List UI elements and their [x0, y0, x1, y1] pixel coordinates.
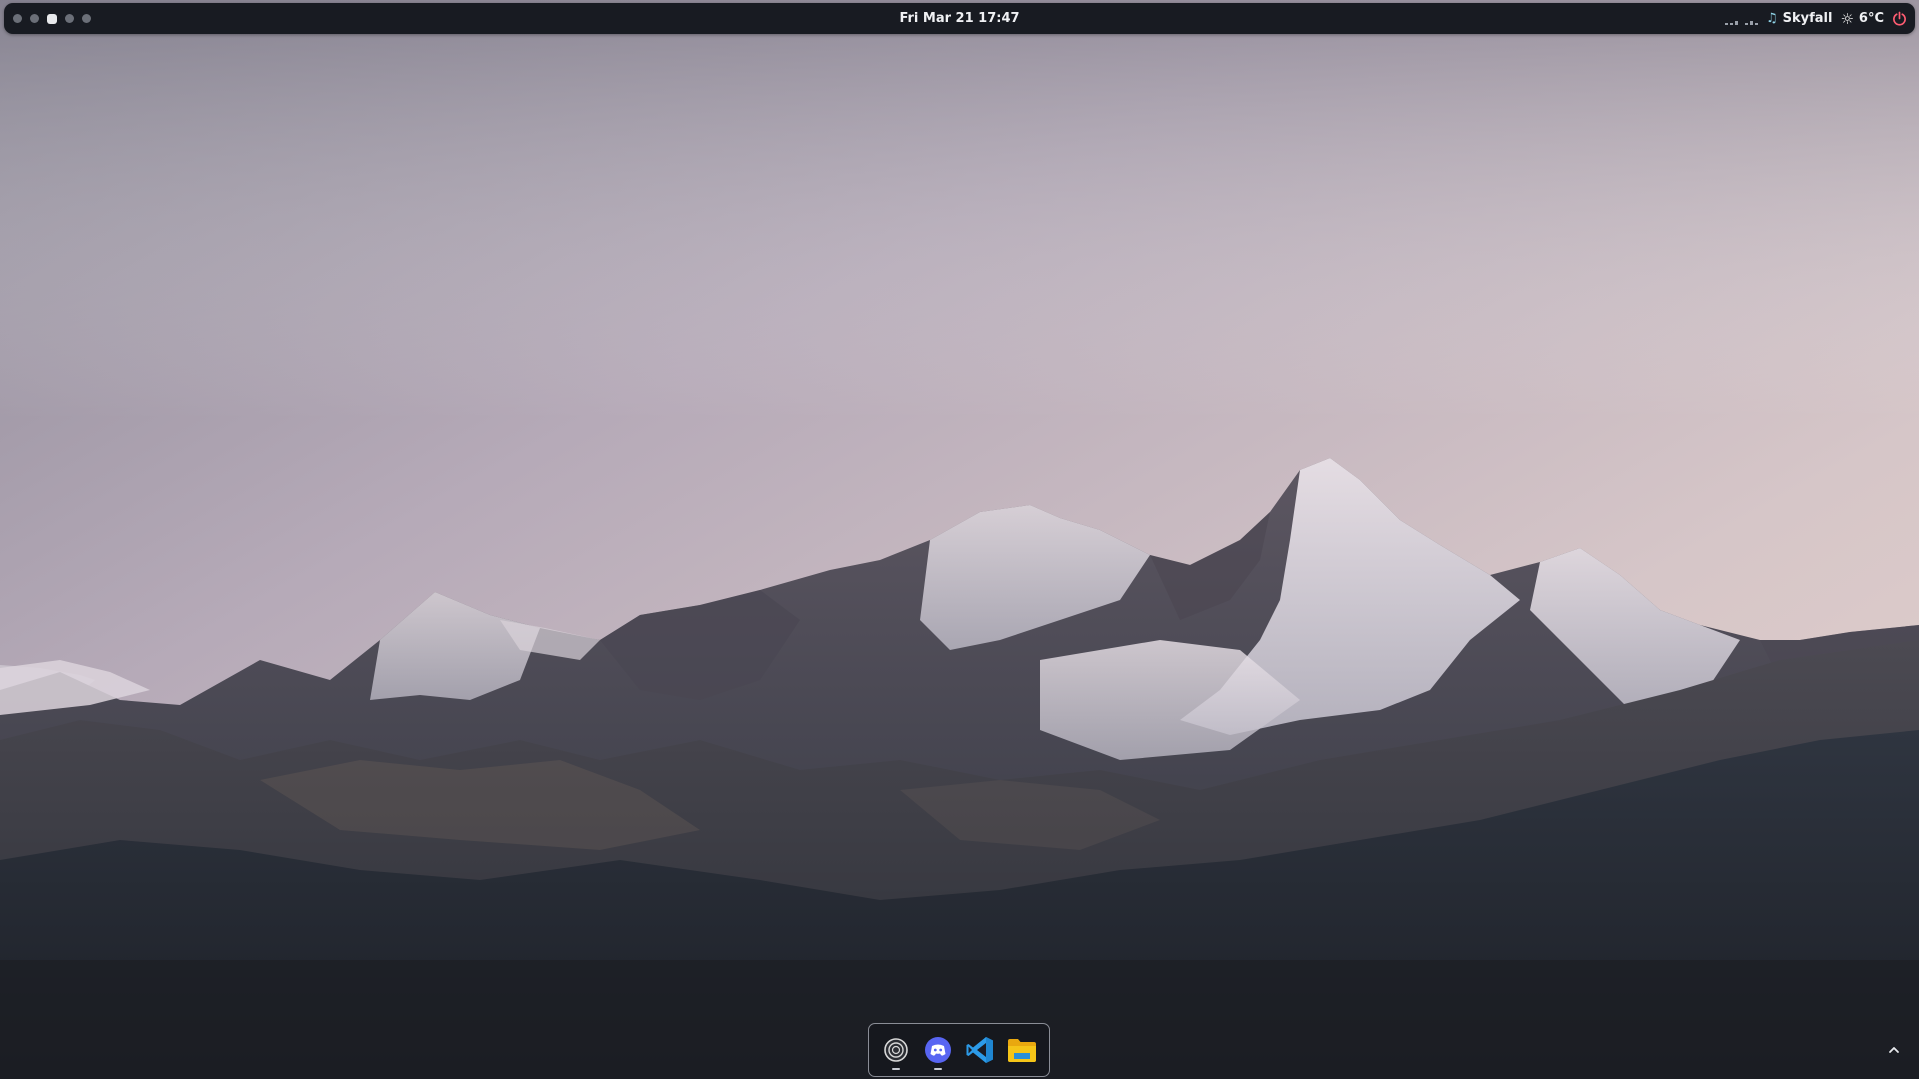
obs-icon — [884, 1038, 908, 1062]
dock-app-obs[interactable] — [878, 1028, 914, 1072]
vscode-icon — [966, 1037, 993, 1063]
workspace-5-button[interactable] — [82, 14, 91, 23]
workspace-1-button[interactable] — [13, 14, 22, 23]
power-icon — [1893, 11, 1906, 26]
sun-icon: ☼ — [1840, 9, 1854, 28]
music-note-icon: ♫ — [1765, 11, 1778, 26]
mountain-wallpaper — [0, 0, 1919, 1079]
workspace-switcher — [13, 3, 91, 34]
discord-icon — [925, 1037, 951, 1063]
dock-app-vscode[interactable] — [962, 1028, 998, 1072]
dock-app-discord[interactable] — [920, 1028, 956, 1072]
network-activity-icon[interactable] — [1724, 13, 1758, 25]
media-title: Skyfall — [1782, 11, 1833, 26]
workspace-2-button[interactable] — [30, 14, 39, 23]
workspace-4-button[interactable] — [65, 14, 74, 23]
chevron-up-icon[interactable] — [1886, 1043, 1902, 1059]
desktop: Fri Mar 21 17:47 ♫ Skyfall ☼ 6°C — [0, 0, 1919, 1079]
temperature-label: 6°C — [1858, 11, 1884, 26]
running-indicator — [934, 1068, 942, 1070]
media-player-widget[interactable]: ♫ Skyfall — [1766, 11, 1832, 26]
running-indicator — [892, 1068, 900, 1070]
folder-icon — [1008, 1039, 1036, 1062]
system-tray: ♫ Skyfall ☼ 6°C — [1724, 3, 1907, 34]
weather-widget[interactable]: ☼ 6°C — [1840, 10, 1884, 28]
dock — [868, 1023, 1050, 1077]
power-button[interactable] — [1892, 11, 1907, 26]
top-bar: Fri Mar 21 17:47 ♫ Skyfall ☼ 6°C — [4, 3, 1915, 34]
clock[interactable]: Fri Mar 21 17:47 — [4, 3, 1915, 34]
dock-app-files[interactable] — [1004, 1028, 1040, 1072]
workspace-3-button[interactable] — [47, 13, 57, 24]
